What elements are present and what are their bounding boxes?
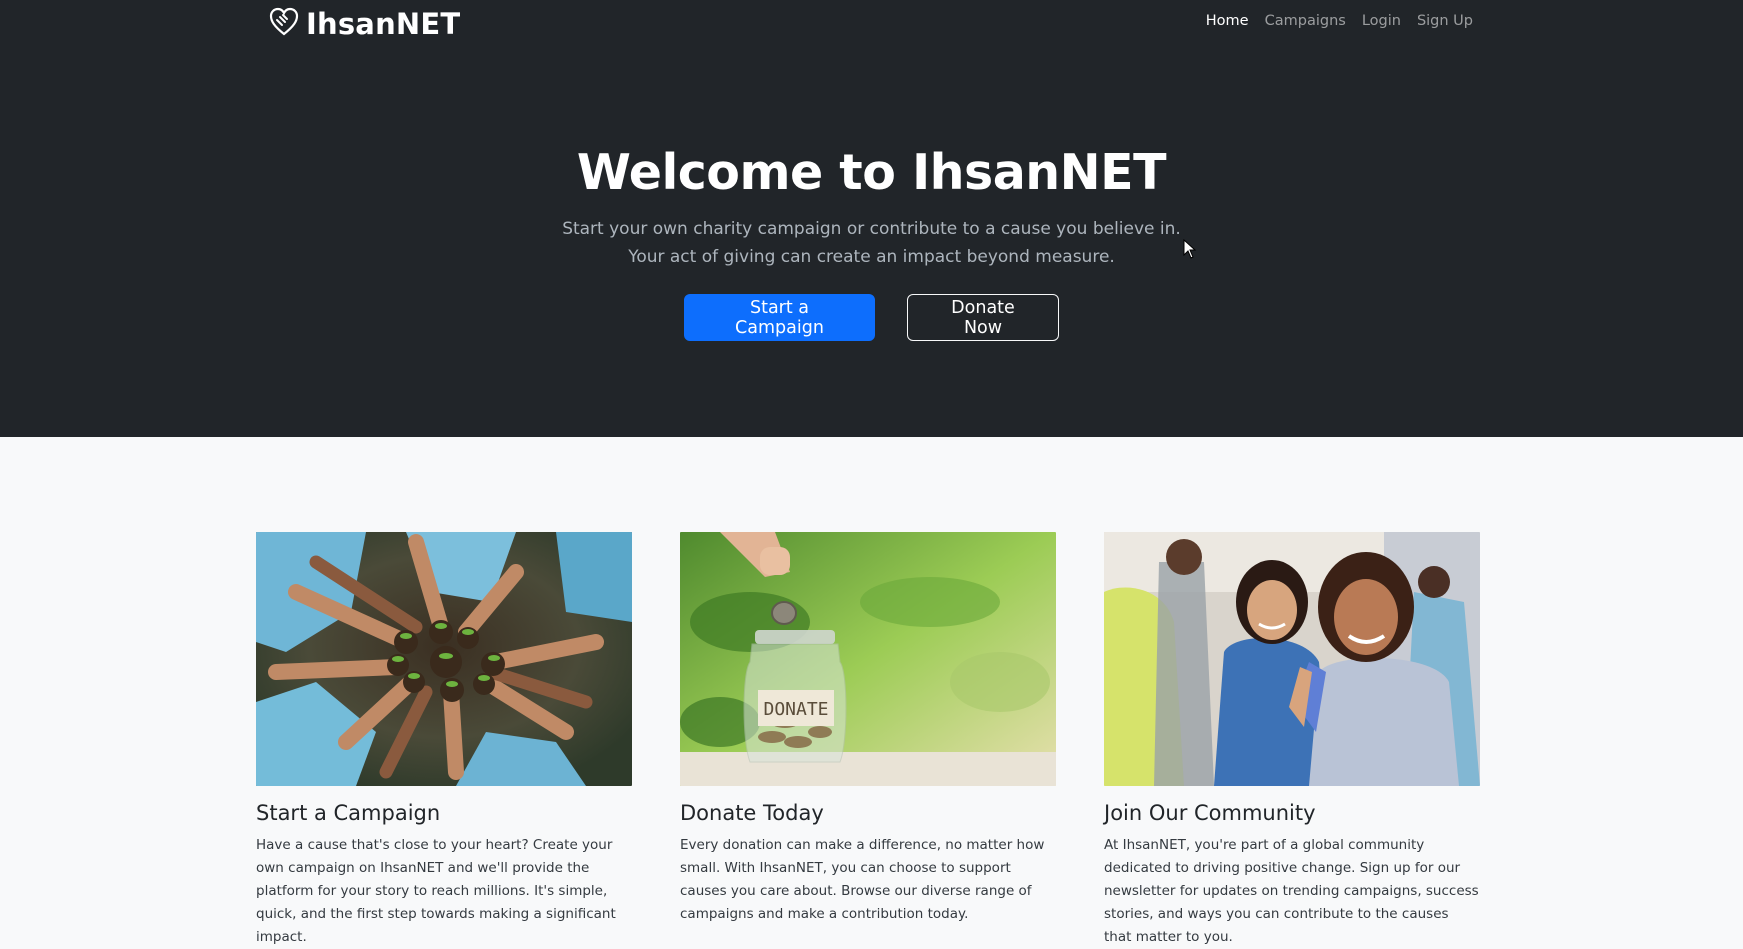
- hero-lead: Start your own charity campaign or contr…: [0, 215, 1743, 271]
- community-volunteers-image: [1104, 532, 1480, 786]
- feature-title: Donate Today: [680, 801, 824, 825]
- nav-login[interactable]: Login: [1362, 13, 1401, 29]
- nav-home[interactable]: Home: [1206, 13, 1249, 29]
- features-section: Start a Campaign Have a cause that's clo…: [256, 532, 1482, 949]
- nav-links: Home Campaigns Login Sign Up: [1206, 13, 1473, 29]
- feature-text: Every donation can make a difference, no…: [680, 837, 1045, 922]
- mouse-cursor-icon: [1183, 239, 1197, 259]
- start-campaign-button[interactable]: Start a Campaign: [684, 294, 875, 341]
- jar-label: DONATE: [763, 699, 828, 720]
- nav-campaigns[interactable]: Campaigns: [1265, 13, 1346, 29]
- brand-name: IhsanNET: [306, 7, 461, 41]
- navbar: IhsanNET Home Campaigns Login Sign Up: [0, 0, 1743, 44]
- feature-card-start-campaign: Start a Campaign Have a cause that's clo…: [256, 532, 632, 949]
- hero-buttons: Start a Campaign Donate Now: [0, 294, 1743, 341]
- hero-title: Welcome to IhsanNET: [576, 144, 1167, 201]
- volunteers-seedlings-image: [256, 532, 632, 786]
- hero-lead-line-1: Start your own charity campaign or contr…: [562, 219, 1181, 239]
- feature-card-join-community: Join Our Community At IhsanNET, you're p…: [1104, 532, 1480, 949]
- nav-signup[interactable]: Sign Up: [1417, 13, 1473, 29]
- feature-text: Have a cause that's close to your heart?…: [256, 837, 616, 945]
- feature-card-donate-today: DONATE Donate Today Every donation can m…: [680, 532, 1056, 949]
- brand-logo[interactable]: IhsanNET: [268, 6, 460, 42]
- donation-jar-image: DONATE: [680, 532, 1056, 786]
- feature-text: At IhsanNET, you're part of a global com…: [1104, 837, 1479, 945]
- donate-now-button[interactable]: Donate Now: [907, 294, 1059, 341]
- feature-title: Join Our Community: [1104, 801, 1316, 825]
- heart-hand-icon: [268, 6, 300, 42]
- feature-title: Start a Campaign: [256, 801, 441, 825]
- hero-lead-line-2: Your act of giving can create an impact …: [628, 247, 1115, 267]
- hero-section: Welcome to IhsanNET Start your own chari…: [0, 44, 1743, 437]
